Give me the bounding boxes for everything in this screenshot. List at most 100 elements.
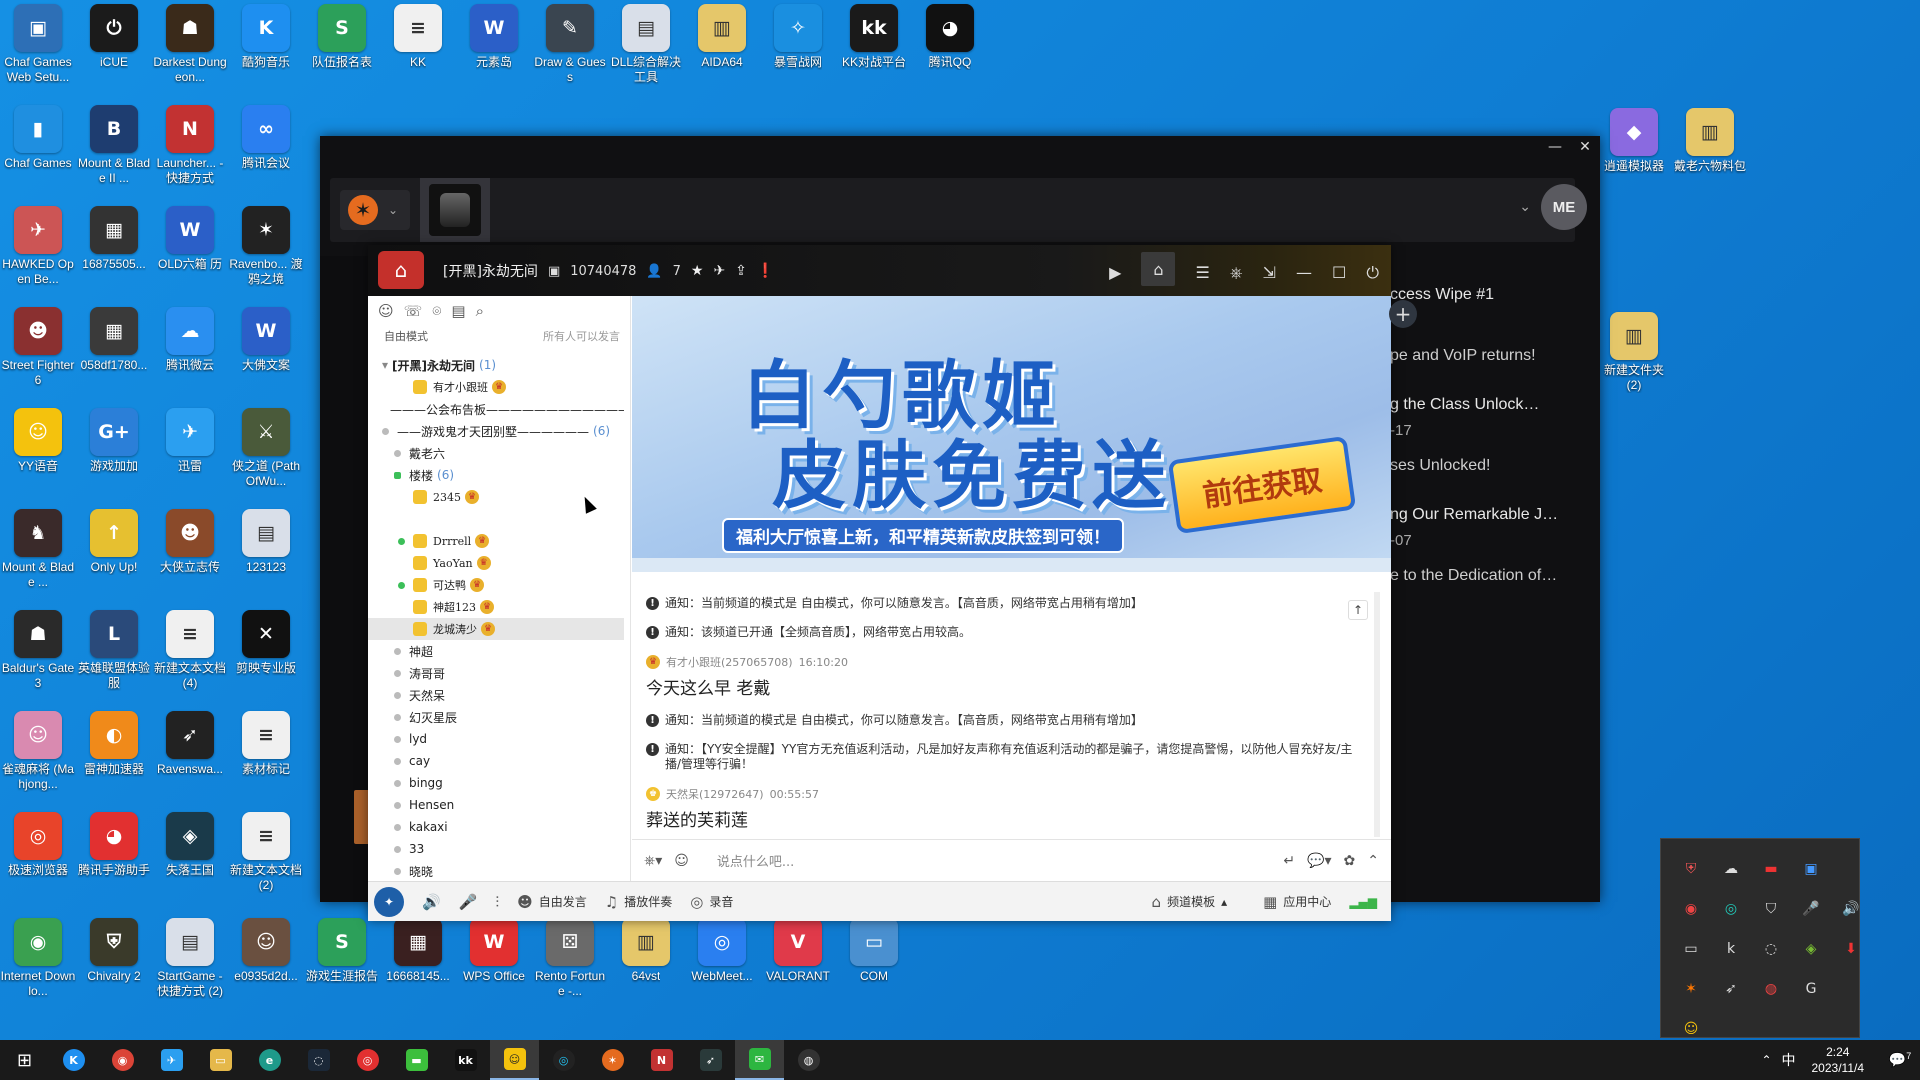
mode-select[interactable]: 自由模式 [384, 328, 428, 348]
desktop-icon[interactable]: ≡ 新建文本文档 (4) [152, 610, 228, 691]
gamepad-icon[interactable]: ⎈ [1230, 263, 1243, 283]
info-icon[interactable]: ❗ [757, 263, 774, 279]
desktop-icon[interactable]: ▤ DLL综合解决工具 [608, 4, 684, 85]
taskbar-yy-icon[interactable]: ☺ [490, 1040, 539, 1080]
desktop-icon[interactable]: K 酷狗音乐 [228, 4, 304, 70]
desktop-icon[interactable]: ◕ 腾讯手游助手 [76, 812, 152, 878]
video-icon[interactable]: ▶ [1109, 263, 1121, 282]
channel-user[interactable]: YaoYan ♛ [368, 552, 624, 574]
desktop-icon[interactable]: ☗ Darkest Dungeon... [152, 4, 228, 85]
nvidia-icon[interactable]: ◈ [1791, 929, 1831, 969]
desktop-icon[interactable]: ▭ COM [836, 918, 912, 984]
desktop-icon[interactable]: ☻ 大侠立志传 [152, 509, 228, 575]
desktop-icon[interactable]: ⚄ Rento Fortune -... [532, 918, 608, 999]
desktop-icon[interactable]: ▥ 戴老六物料包 [1672, 108, 1748, 174]
channel-tree-item[interactable]: 神超 [368, 640, 624, 662]
taskbar-edge-icon[interactable]: e [245, 1040, 294, 1080]
desktop-icon[interactable]: W 元素岛 [456, 4, 532, 70]
desktop-icon[interactable]: ⏻ iCUE [76, 4, 152, 70]
enter-icon[interactable]: ↵ [1283, 853, 1295, 869]
channel-tree-item[interactable]: Hensen [368, 794, 624, 816]
notes-icon[interactable]: ▤ [451, 302, 465, 320]
start-button[interactable]: ⊞ [0, 1040, 49, 1080]
taskbar-music-icon[interactable]: ▬ [392, 1040, 441, 1080]
channel-user[interactable]: Drrrell ♛ [368, 530, 624, 552]
channel-tree-item[interactable]: kakaxi [368, 816, 624, 838]
chat-input[interactable]: 说点什么吧... [717, 851, 1271, 870]
bird-icon[interactable]: ➶ [1711, 969, 1751, 1009]
down-arrow-icon[interactable]: ⬇ [1831, 929, 1871, 969]
microphone-icon[interactable]: 🎤 [1791, 889, 1831, 929]
record-button[interactable]: ◎ 录音 [690, 893, 733, 911]
desktop-icon[interactable]: ≡ 新建文本文档 (2) [228, 812, 304, 893]
channel-tree-item[interactable]: 戴老六 [368, 442, 624, 464]
shield-icon[interactable]: ⛨ [1671, 849, 1711, 889]
desktop-icon[interactable]: S 队伍报名表 [304, 4, 380, 70]
channel-tree-item[interactable]: 楼楼 (6) [368, 464, 624, 486]
desktop-icon[interactable]: ▮ Chaf Games [0, 105, 76, 171]
desktop-icon[interactable]: W WPS Office [456, 918, 532, 984]
channel-tree-item[interactable]: 天然呆 [368, 684, 624, 706]
add-icon[interactable]: + [1389, 300, 1417, 328]
channel-tree-item[interactable]: 33 [368, 838, 624, 860]
channel-tree-item[interactable]: 幻灭星辰 [368, 706, 624, 728]
channel-tree-item[interactable]: ▾ [开黑]永劫无间 (1) [368, 354, 624, 376]
close-button[interactable]: ✕ [1570, 139, 1600, 155]
chevron-down-icon[interactable]: ⌄ [1519, 199, 1531, 215]
desktop-icon[interactable]: N Launcher... - 快捷方式 [152, 105, 228, 186]
cloud-off-icon[interactable]: ☁ [1711, 849, 1751, 889]
channel-tree-item[interactable]: ———公会布告板———————————— [368, 398, 624, 420]
volume-icon[interactable]: 🔊 [1831, 889, 1871, 929]
promo-banner[interactable]: 白勺歌姬 皮肤免费送 前往获取 福利大厅惊喜上新，和平精英新款皮肤签到可领！ [632, 296, 1391, 572]
kk-icon[interactable]: k [1711, 929, 1751, 969]
desktop-icon[interactable]: ◉ Internet Downlo... [0, 918, 76, 999]
desktop-icon[interactable]: ▥ AIDA64 [684, 4, 760, 70]
news-item[interactable]: ccess Wipe #1 -28 pe and VoIP returns! [1390, 286, 1600, 365]
news-item[interactable]: g the Class Unlock… -17 ses Unlocked! [1390, 396, 1600, 475]
desktop-icon[interactable]: ▤ 123123 [228, 509, 304, 575]
airplane-icon[interactable]: ✈ [713, 263, 725, 279]
teal-app-icon[interactable]: ◎ [1711, 889, 1751, 929]
share-icon[interactable]: ⇪ [735, 263, 747, 279]
taskbar-kugou-icon[interactable]: K [49, 1040, 98, 1080]
desktop-icon[interactable]: ✶ Ravenbo... 渡鸦之境 [228, 206, 304, 287]
desktop-icon[interactable]: G+ 游戏加加 [76, 408, 152, 474]
display-icon[interactable]: ▣ [1791, 849, 1831, 889]
chevron-up-icon[interactable]: ⌃ [1367, 853, 1379, 869]
expand-icon[interactable]: ▾ [382, 358, 388, 372]
desktop-icon[interactable]: ◐ 雷神加速器 [76, 711, 152, 777]
desktop-icon[interactable]: ☺ 雀魂麻将 (Mahjong... [0, 711, 76, 792]
maximize-button[interactable]: ☐ [1332, 263, 1346, 282]
desktop-icon[interactable]: ◎ WebMeet... [684, 918, 760, 984]
channel-tree-item[interactable]: bingg [368, 772, 624, 794]
desktop-icon[interactable]: kk KK对战平台 [836, 4, 912, 70]
desktop-icon[interactable]: ◈ 失落王国 [152, 812, 228, 878]
desktop-icon[interactable]: ◆ 逍遥模拟器 [1596, 108, 1672, 174]
minimize-button[interactable]: — [1540, 139, 1570, 155]
monitor-icon[interactable]: ▭ [1671, 929, 1711, 969]
channel-tree-item[interactable]: ——游戏鬼才天团别墅—————— (6) [368, 420, 624, 442]
taskbar-bird-icon[interactable]: ➶ [686, 1040, 735, 1080]
free-talk-button[interactable]: ☻ 自由发言 [517, 893, 587, 911]
desktop-icon[interactable]: W 大佛文案 [228, 307, 304, 373]
notification-center-icon[interactable]: 💬7 [1880, 1051, 1920, 1069]
mixer-icon[interactable]: ⫶ [495, 893, 499, 911]
power-icon[interactable]: ⏻ [1366, 263, 1379, 283]
desktop-icon[interactable]: ▥ 64vst [608, 918, 684, 984]
desktop-icon[interactable]: ✎ Draw & Guess [532, 4, 608, 85]
desktop-icon[interactable]: ▦ 16875505... [76, 206, 152, 272]
channel-tree-item[interactable]: cay [368, 750, 624, 772]
channel-user[interactable]: 神超123 ♛ [368, 596, 624, 618]
steam-icon[interactable]: ◌ [1751, 929, 1791, 969]
desktop-icon[interactable]: ≡ KK [380, 4, 456, 70]
desktop-icon[interactable]: ⛨ Chivalry 2 [76, 918, 152, 984]
user-icon[interactable]: ☺ [378, 302, 394, 320]
news-item[interactable]: ng Our Remarkable J… -07 e to the Dedica… [1390, 506, 1600, 585]
desktop-icon[interactable]: ∞ 腾讯会议 [228, 105, 304, 171]
avatar[interactable]: ME [1541, 184, 1587, 230]
desktop-icon[interactable]: ▦ 16668145... [380, 918, 456, 984]
favorite-icon[interactable]: ★ [691, 263, 704, 279]
shrink-icon[interactable]: ⇲ [1263, 263, 1276, 282]
channel-tree-item[interactable]: lyd [368, 728, 624, 750]
desktop-icon[interactable]: B Mount & Blade II ... [76, 105, 152, 186]
